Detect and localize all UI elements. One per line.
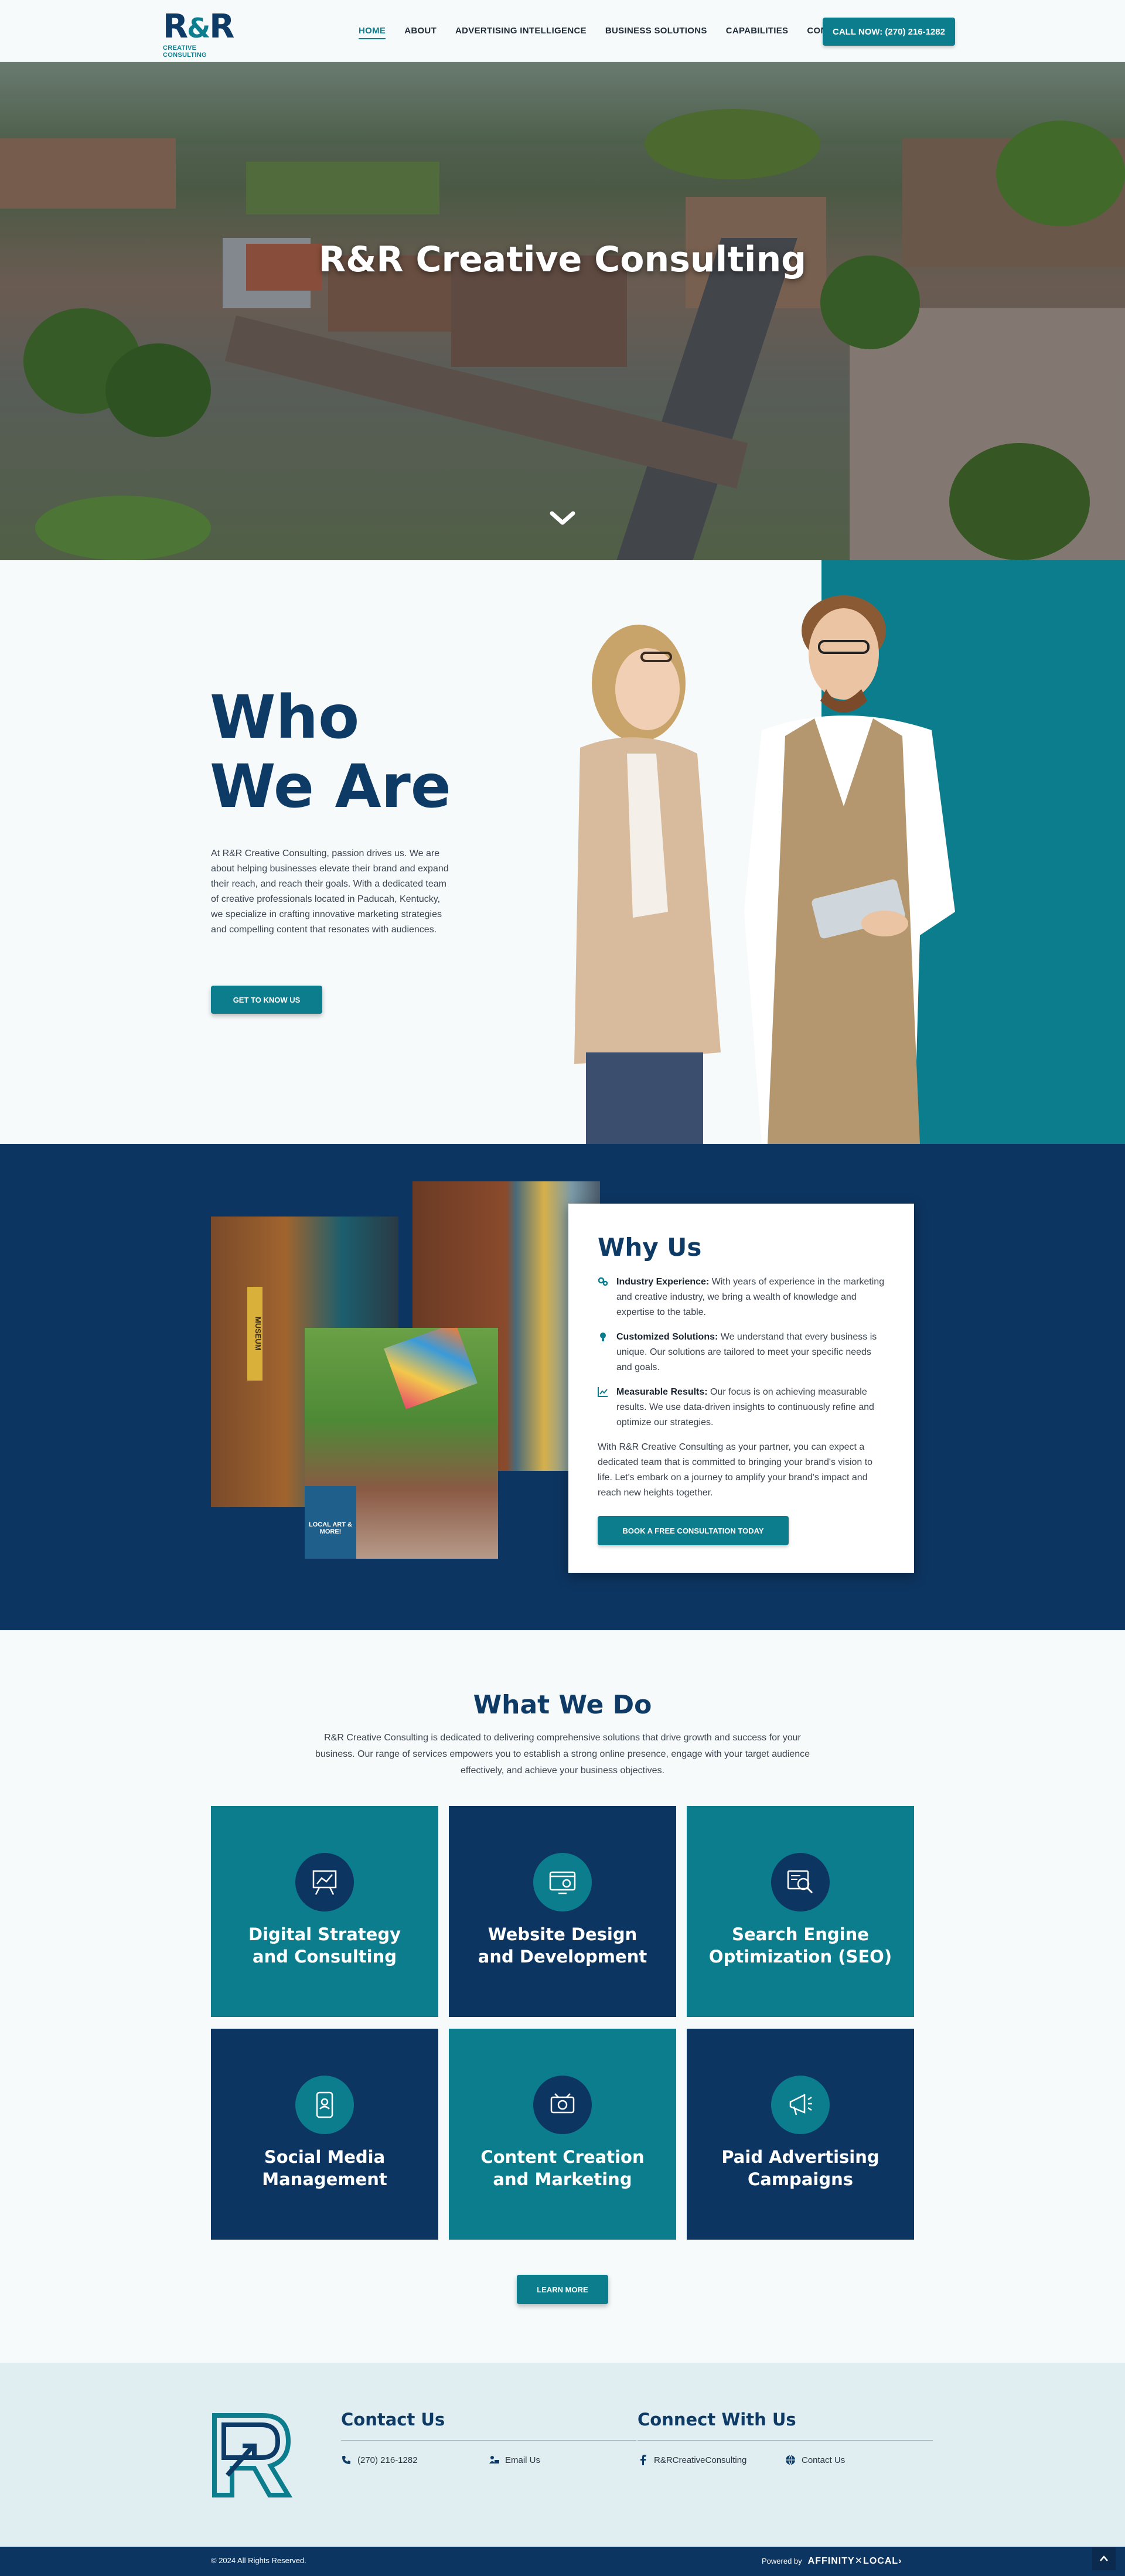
strategy-board-icon [295, 1853, 354, 1911]
team-photo [574, 595, 955, 1144]
logo-subtitle: CREATIVE CONSULTING [163, 45, 207, 59]
nav-business-solutions[interactable]: BUSINESS SOLUTIONS [605, 26, 707, 39]
lightbulb-icon [598, 1330, 609, 1375]
local-art-sign: LOCAL ART & MORE! [305, 1486, 356, 1559]
facebook-icon [638, 2455, 648, 2465]
email-link[interactable]: Email Us [489, 2455, 636, 2465]
megaphone-icon [771, 2076, 830, 2134]
what-we-do-text: R&R Creative Consulting is dedicated to … [315, 1733, 810, 1776]
hero-title: R&R Creative Consulting [318, 239, 807, 280]
contact-us-column: Contact Us (270) 216-1282 Email Us [341, 2410, 636, 2465]
phone-link[interactable]: (270) 216-1282 [341, 2455, 489, 2465]
powered-by[interactable]: Powered by AFFINITY✕LOCAL› [762, 2555, 902, 2567]
powered-brand: AFFINITY✕LOCAL› [807, 2556, 902, 2566]
main-nav: HOME ABOUT ADVERTISING INTELLIGENCE BUSI… [359, 26, 851, 39]
nav-about[interactable]: ABOUT [404, 26, 437, 39]
phone-icon [341, 2455, 352, 2465]
who-we-are-title: Who We Are [210, 683, 451, 822]
learn-more-button[interactable]: LEARN MORE [517, 2275, 608, 2304]
nav-capabilities[interactable]: CAPABILITIES [726, 26, 789, 39]
why-item-results: Measurable Results: Our focus is on achi… [598, 1385, 886, 1430]
globe-icon [785, 2455, 796, 2465]
chevron-up-icon [1100, 2555, 1108, 2561]
why-item-solutions: Customized Solutions: We understand that… [598, 1330, 886, 1375]
service-card-social-media[interactable]: Social Media Management [211, 2029, 438, 2240]
call-now-button[interactable]: CALL NOW: (270) 216-1282 [823, 18, 955, 46]
who-we-are-text: At R&R Creative Consulting, passion driv… [211, 849, 449, 935]
site-logo[interactable]: R&R CREATIVE CONSULTING [163, 8, 239, 59]
service-card-seo[interactable]: Search Engine Optimization (SEO) [687, 1806, 914, 2017]
bottom-bar: © 2024 All Rights Reserved. Powered by A… [0, 2547, 1125, 2576]
contact-link[interactable]: Contact Us [785, 2455, 933, 2465]
hero-overlay [0, 62, 1125, 560]
site-header: R&R CREATIVE CONSULTING HOME ABOUT ADVER… [0, 0, 1125, 62]
web-design-icon [533, 1853, 592, 1911]
chart-line-icon [598, 1385, 609, 1430]
connect-with-us-title: Connect With Us [638, 2410, 933, 2441]
seo-search-icon [771, 1853, 830, 1911]
logo-mark: R&R [163, 8, 234, 46]
copyright-text: © 2024 All Rights Reserved. [211, 2556, 306, 2565]
why-us-section: MUSEUM LOCAL ART & MORE! Why Us Industry… [0, 1144, 1125, 1630]
nav-advertising-intelligence[interactable]: ADVERTISING INTELLIGENCE [455, 26, 587, 39]
why-us-paragraph: With R&R Creative Consulting as your par… [598, 1442, 873, 1498]
what-we-do-section: What We Do R&R Creative Consulting is de… [0, 1630, 1125, 2363]
why-us-card: Why Us Industry Experience: With years o… [568, 1204, 914, 1573]
hero-section: R&R Creative Consulting [0, 62, 1125, 560]
contact-us-title: Contact Us [341, 2410, 636, 2441]
site-footer: Contact Us (270) 216-1282 Email Us Conne… [0, 2363, 1125, 2547]
service-card-digital-strategy[interactable]: Digital Strategy and Consulting [211, 1806, 438, 2017]
street-trees-photo: LOCAL ART & MORE! [305, 1328, 498, 1559]
content-creation-icon [533, 2076, 592, 2134]
museum-sign: MUSEUM [247, 1287, 262, 1381]
service-card-content-creation[interactable]: Content Creation and Marketing [449, 2029, 676, 2240]
get-to-know-us-button[interactable]: GET TO KNOW US [211, 986, 322, 1014]
book-consultation-button[interactable]: BOOK A FREE CONSULTATION TODAY [598, 1516, 789, 1545]
gears-icon [598, 1275, 609, 1320]
what-we-do-title: What We Do [473, 1690, 652, 1720]
why-item-experience: Industry Experience: With years of exper… [598, 1275, 886, 1320]
scroll-to-top-button[interactable] [1092, 2547, 1116, 2570]
why-us-title: Why Us [598, 1233, 702, 1262]
nav-home[interactable]: HOME [359, 26, 386, 39]
facebook-link[interactable]: R&RCreativeConsulting [638, 2455, 785, 2465]
chevron-down-icon[interactable] [547, 506, 578, 530]
service-card-website-design[interactable]: Website Design and Development [449, 1806, 676, 2017]
footer-logo[interactable] [210, 2411, 293, 2500]
downtown-photo-collage: MUSEUM LOCAL ART & MORE! [211, 1181, 600, 1562]
service-card-paid-advertising[interactable]: Paid Advertising Campaigns [687, 2029, 914, 2240]
connect-with-us-column: Connect With Us R&RCreativeConsulting Co… [638, 2410, 933, 2465]
email-people-icon [489, 2455, 499, 2465]
social-media-icon [295, 2076, 354, 2134]
who-we-are-section: Who We Are At R&R Creative Consulting, p… [0, 560, 1125, 1144]
